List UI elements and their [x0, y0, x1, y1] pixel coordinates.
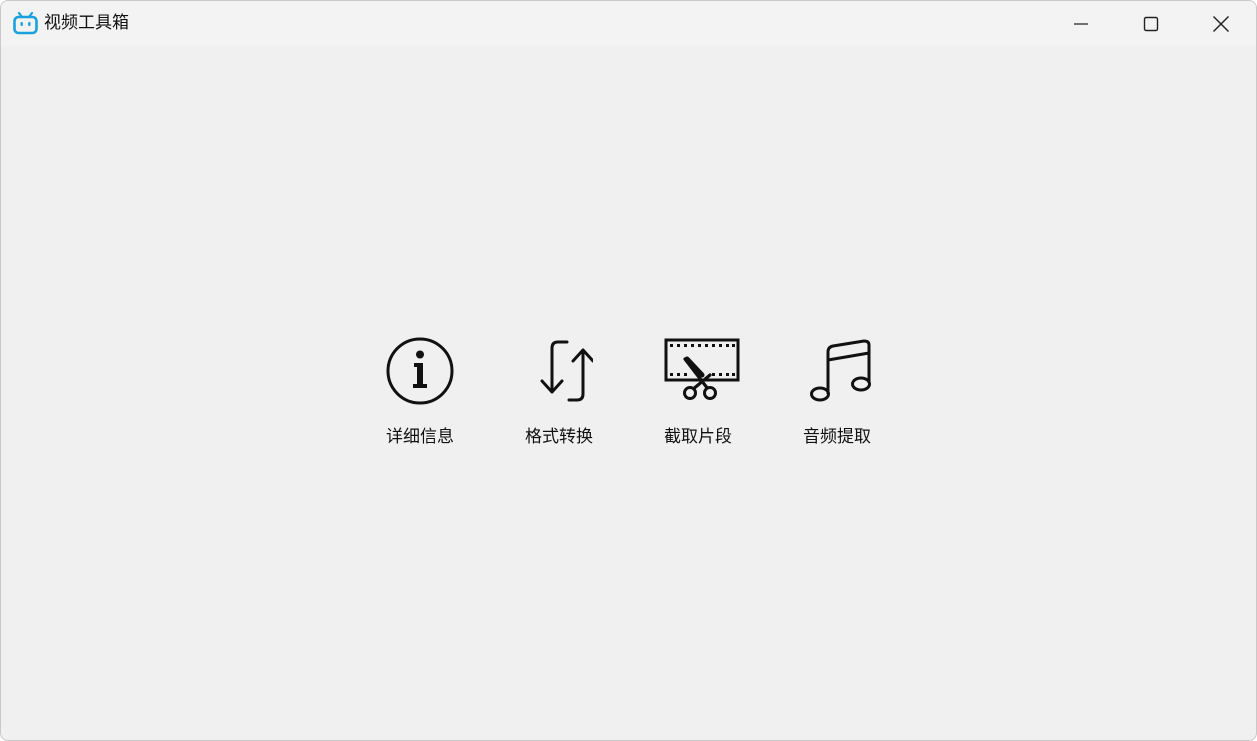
tool-audio-extract[interactable]: 音频提取 — [782, 335, 892, 455]
bilibili-tv-icon — [13, 11, 38, 35]
tool-label: 格式转换 — [525, 427, 593, 447]
close-icon — [1212, 15, 1230, 33]
maximize-button[interactable] — [1116, 1, 1186, 46]
minimize-button[interactable] — [1046, 1, 1116, 46]
convert-arrows-icon — [525, 335, 595, 407]
minimize-icon — [1073, 16, 1089, 32]
app-window: 视频工具箱 详细信息 格式转换 截取片段 音频提取 — [0, 0, 1257, 741]
info-icon — [386, 335, 454, 407]
tool-label: 截取片段 — [664, 427, 732, 447]
music-note-icon — [803, 335, 871, 407]
maximize-icon — [1143, 16, 1159, 32]
film-scissors-icon — [664, 335, 740, 407]
tool-cut-clip[interactable]: 截取片段 — [643, 335, 753, 455]
title-bar[interactable]: 视频工具箱 — [1, 1, 1256, 46]
tool-label: 详细信息 — [386, 427, 454, 447]
close-button[interactable] — [1186, 1, 1256, 46]
tool-label: 音频提取 — [803, 427, 871, 447]
tool-detail-info[interactable]: 详细信息 — [365, 335, 475, 455]
window-title: 视频工具箱 — [44, 13, 129, 33]
tool-format-convert[interactable]: 格式转换 — [504, 335, 614, 455]
